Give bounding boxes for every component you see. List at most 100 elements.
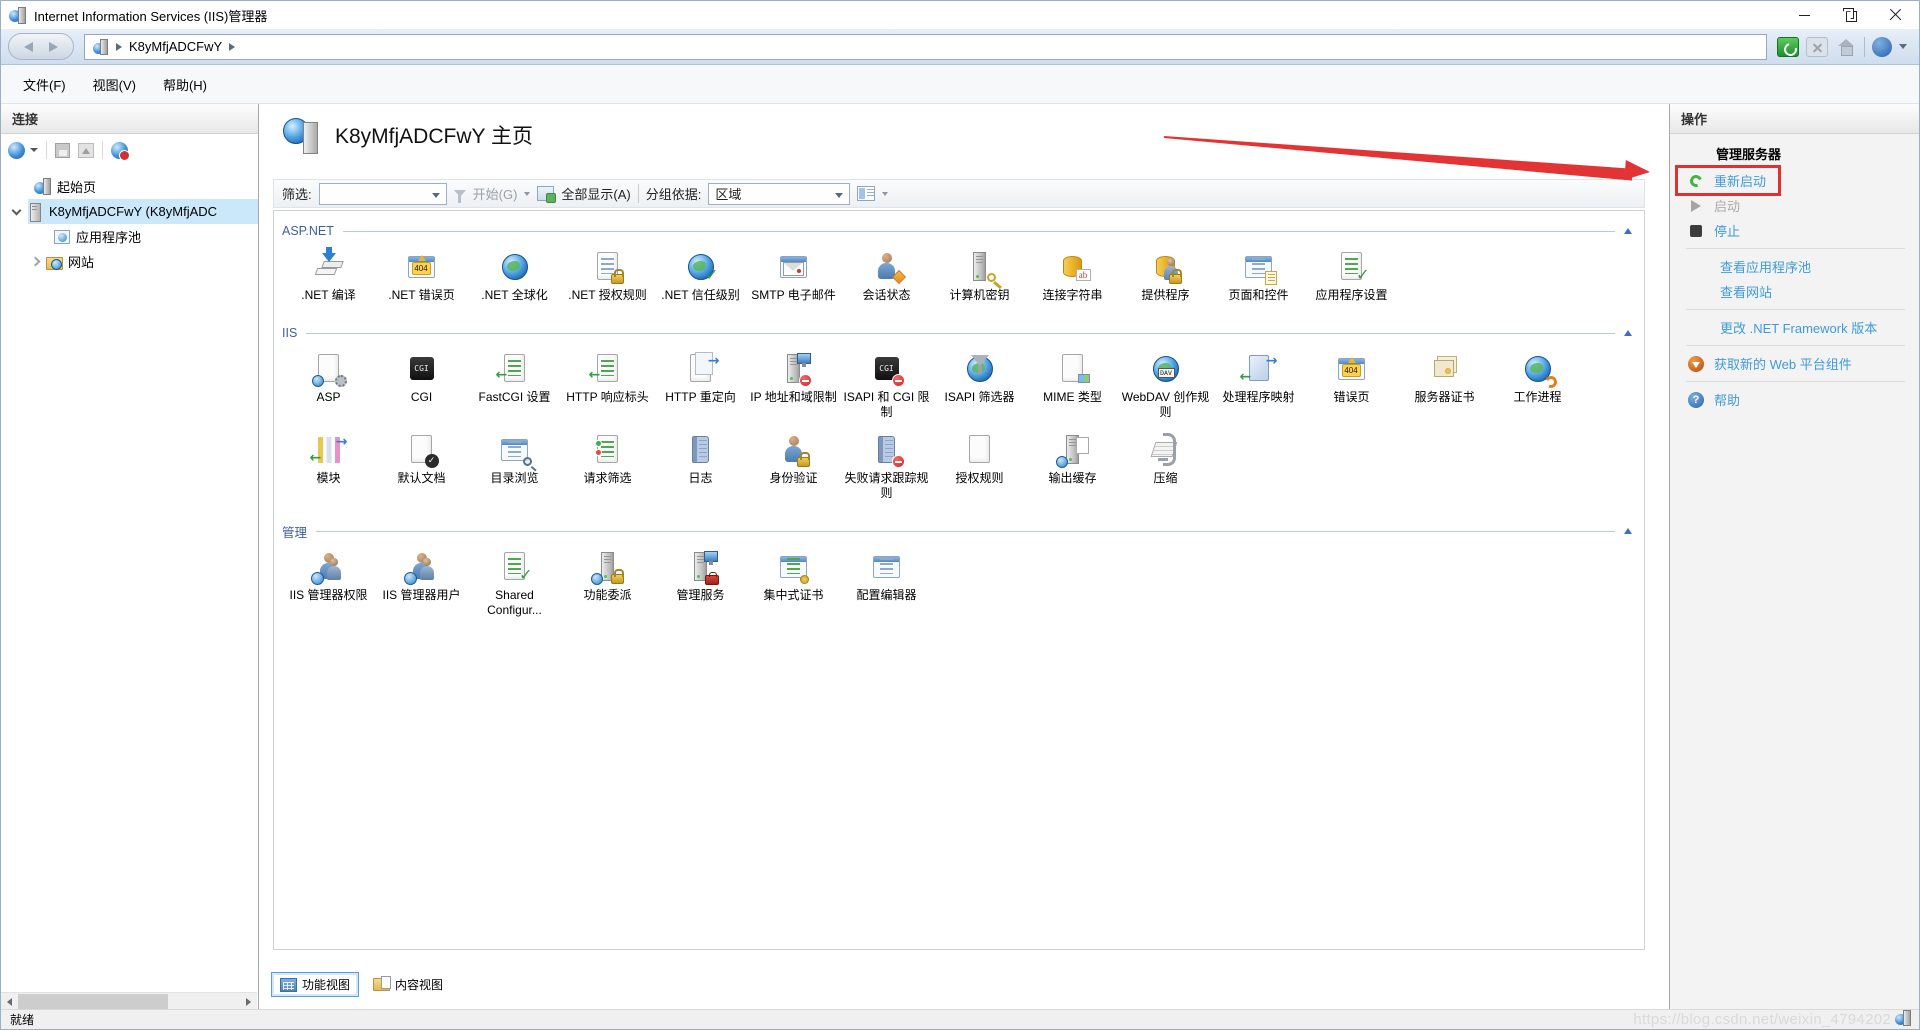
feature-failed-request-tracing[interactable]: 失败请求跟踪规则 [840,432,933,501]
forward-icon[interactable] [48,41,58,52]
menu-help[interactable]: 帮助(H) [163,75,207,94]
feature-iis-manager-users[interactable]: IIS 管理器用户 [375,549,468,618]
view-dropdown-icon[interactable] [882,191,889,196]
help-icon[interactable] [1872,36,1892,57]
feature-default-document[interactable]: 默认文档 [375,432,468,501]
feature-asp[interactable]: ASP [282,351,375,420]
chevron-right-icon[interactable] [30,256,41,267]
feature-application-settings[interactable]: 应用程序设置 [1305,249,1398,303]
home-icon[interactable] [1835,37,1857,57]
tree-item-app-pools[interactable]: 应用程序池 [1,224,258,249]
collapse-section-icon[interactable] [1624,330,1632,336]
feature-machine-key[interactable]: 计算机密钥 [933,249,1026,303]
feature-authorization-rules[interactable]: 授权规则 [933,432,1026,501]
tree-item-server[interactable]: K8yMfjADCFwY (K8yMfjADC [1,199,258,224]
feature-http-redirect[interactable]: HTTP 重定向 [654,351,747,420]
feature-feature-delegation[interactable]: 功能委派 [561,549,654,618]
feature-mime-types[interactable]: MIME 类型 [1026,351,1119,420]
menu-file[interactable]: 文件(F) [23,75,66,94]
feature-error-pages[interactable]: 404 错误页 [1305,351,1398,420]
action-change-net-framework-version[interactable]: 更改 .NET Framework 版本 [1678,315,1915,340]
delete-connection-icon[interactable] [111,141,130,161]
feature-net-authorization-rules[interactable]: .NET 授权规则 [561,249,654,303]
horizontal-scrollbar[interactable] [1,992,257,1009]
feature-shared-configuration[interactable]: Shared Configur... [468,549,561,618]
view-tabs: 功能视图 内容视图 [271,972,452,997]
go-filter-icon[interactable] [453,190,466,203]
feature-label: 功能委派 [583,588,632,602]
feature-output-caching[interactable]: 输出缓存 [1026,432,1119,501]
help-dropdown-icon[interactable] [1899,44,1907,49]
feature-centralized-certificates[interactable]: 集中式证书 [747,549,840,618]
feature-server-certificates[interactable]: 服务器证书 [1398,351,1491,420]
collapse-section-icon[interactable] [1624,528,1632,534]
minimize-button[interactable] [1781,1,1827,29]
breadcrumb[interactable]: K8yMfjADCFwY [129,39,222,54]
tab-features-view[interactable]: 功能视图 [271,972,360,997]
feature-smtp-email[interactable]: SMTP 电子邮件 [747,249,840,303]
scroll-left-icon[interactable] [1,993,18,1009]
create-connection-dropdown-icon[interactable] [30,148,38,152]
back-icon[interactable] [24,41,34,52]
page-title: K8yMfjADCFwY 主页 [335,125,533,148]
group-by-select[interactable]: 区域 [708,182,851,205]
show-all-button[interactable]: 全部显示(A) [561,184,630,203]
feature-handler-mappings[interactable]: 处理程序映射 [1212,351,1305,420]
breadcrumb-arrow-icon[interactable] [229,42,236,51]
feature-net-compilation[interactable]: .NET 编译 [282,247,375,303]
feature-configuration-editor[interactable]: 配置编辑器 [840,549,933,618]
go-dropdown-icon[interactable] [524,191,531,196]
feature-compression[interactable]: 压缩 [1119,432,1212,501]
create-connection-icon[interactable] [8,141,25,159]
authorization-rules-icon [962,432,998,468]
filter-input[interactable] [318,182,447,205]
feature-isapi-cgi-restrictions[interactable]: CGI ISAPI 和 CGI 限制 [840,351,933,420]
scrollbar-thumb[interactable] [18,994,168,1009]
view-选择-icon[interactable] [857,186,876,201]
feature-modules[interactable]: 模块 [282,432,375,501]
tree-item-sites[interactable]: 网站 [1,249,258,274]
feature-providers[interactable]: 提供程序 [1119,249,1212,303]
feature-request-filtering[interactable]: 请求筛选 [561,432,654,501]
feature-cgi[interactable]: CGI CGI [375,351,468,420]
action-help[interactable]: 帮助 [1678,387,1915,412]
close-button[interactable] [1873,1,1919,29]
feature-authentication[interactable]: 身份验证 [747,432,840,501]
error-pages-icon: 404 [1334,351,1370,387]
collapse-section-icon[interactable] [1624,228,1632,234]
feature-net-globalization[interactable]: .NET 全球化 [468,249,561,303]
action-get-new-web-platform-components[interactable]: 获取新的 Web 平台组件 [1678,351,1915,376]
feature-iis-manager-permissions[interactable]: IIS 管理器权限 [282,549,375,618]
feature-fastcgi-settings[interactable]: FastCGI 设置 [468,351,561,420]
restore-button[interactable] [1827,1,1873,29]
pages-and-controls-icon [1241,249,1277,285]
action-label: 重新启动 [1714,174,1767,189]
action-view-application-pools[interactable]: 查看应用程序池 [1678,254,1915,279]
feature-webdav-authoring-rules[interactable]: DAV WebDAV 创作规则 [1119,351,1212,420]
tab-content-view[interactable]: 内容视图 [364,972,452,997]
feature-isapi-filters[interactable]: ISAPI 筛选器 [933,351,1026,420]
scroll-right-icon[interactable] [240,993,257,1009]
go-button[interactable]: 开始(G) [473,184,518,203]
feature-session-state[interactable]: 会话状态 [840,249,933,303]
action-stop-server[interactable]: 停止 [1678,218,1915,243]
feature-worker-processes[interactable]: 工作进程 [1491,351,1584,420]
action-restart-server[interactable]: 重新启动 [1674,165,1782,196]
chevron-down-icon[interactable] [11,205,22,215]
feature-ip-domain-restrictions[interactable]: IP 地址和域限制 [747,351,840,420]
feature-http-response-headers[interactable]: HTTP 响应标头 [561,351,654,420]
feature-management-service[interactable]: 管理服务 [654,549,747,618]
action-view-sites[interactable]: 查看网站 [1678,279,1915,304]
menu-view[interactable]: 视图(V) [93,75,136,94]
show-all-icon[interactable] [537,186,557,203]
refresh-icon[interactable] [1777,36,1799,57]
breadcrumb-arrow-icon[interactable] [116,42,122,51]
feature-logging[interactable]: 日志 [654,432,747,501]
tree-item-start-page[interactable]: 起始页 [1,174,258,199]
feature-directory-browsing[interactable]: 目录浏览 [468,432,561,501]
feature-pages-and-controls[interactable]: 页面和控件 [1212,249,1305,303]
feature-connection-strings[interactable]: ab 连接字符串 [1026,249,1119,303]
feature-net-trust-levels[interactable]: .NET 信任级别 [654,249,747,303]
feature-net-error-pages[interactable]: 404 .NET 错误页 [375,249,468,303]
address-box[interactable]: K8yMfjADCFwY [84,33,1767,60]
